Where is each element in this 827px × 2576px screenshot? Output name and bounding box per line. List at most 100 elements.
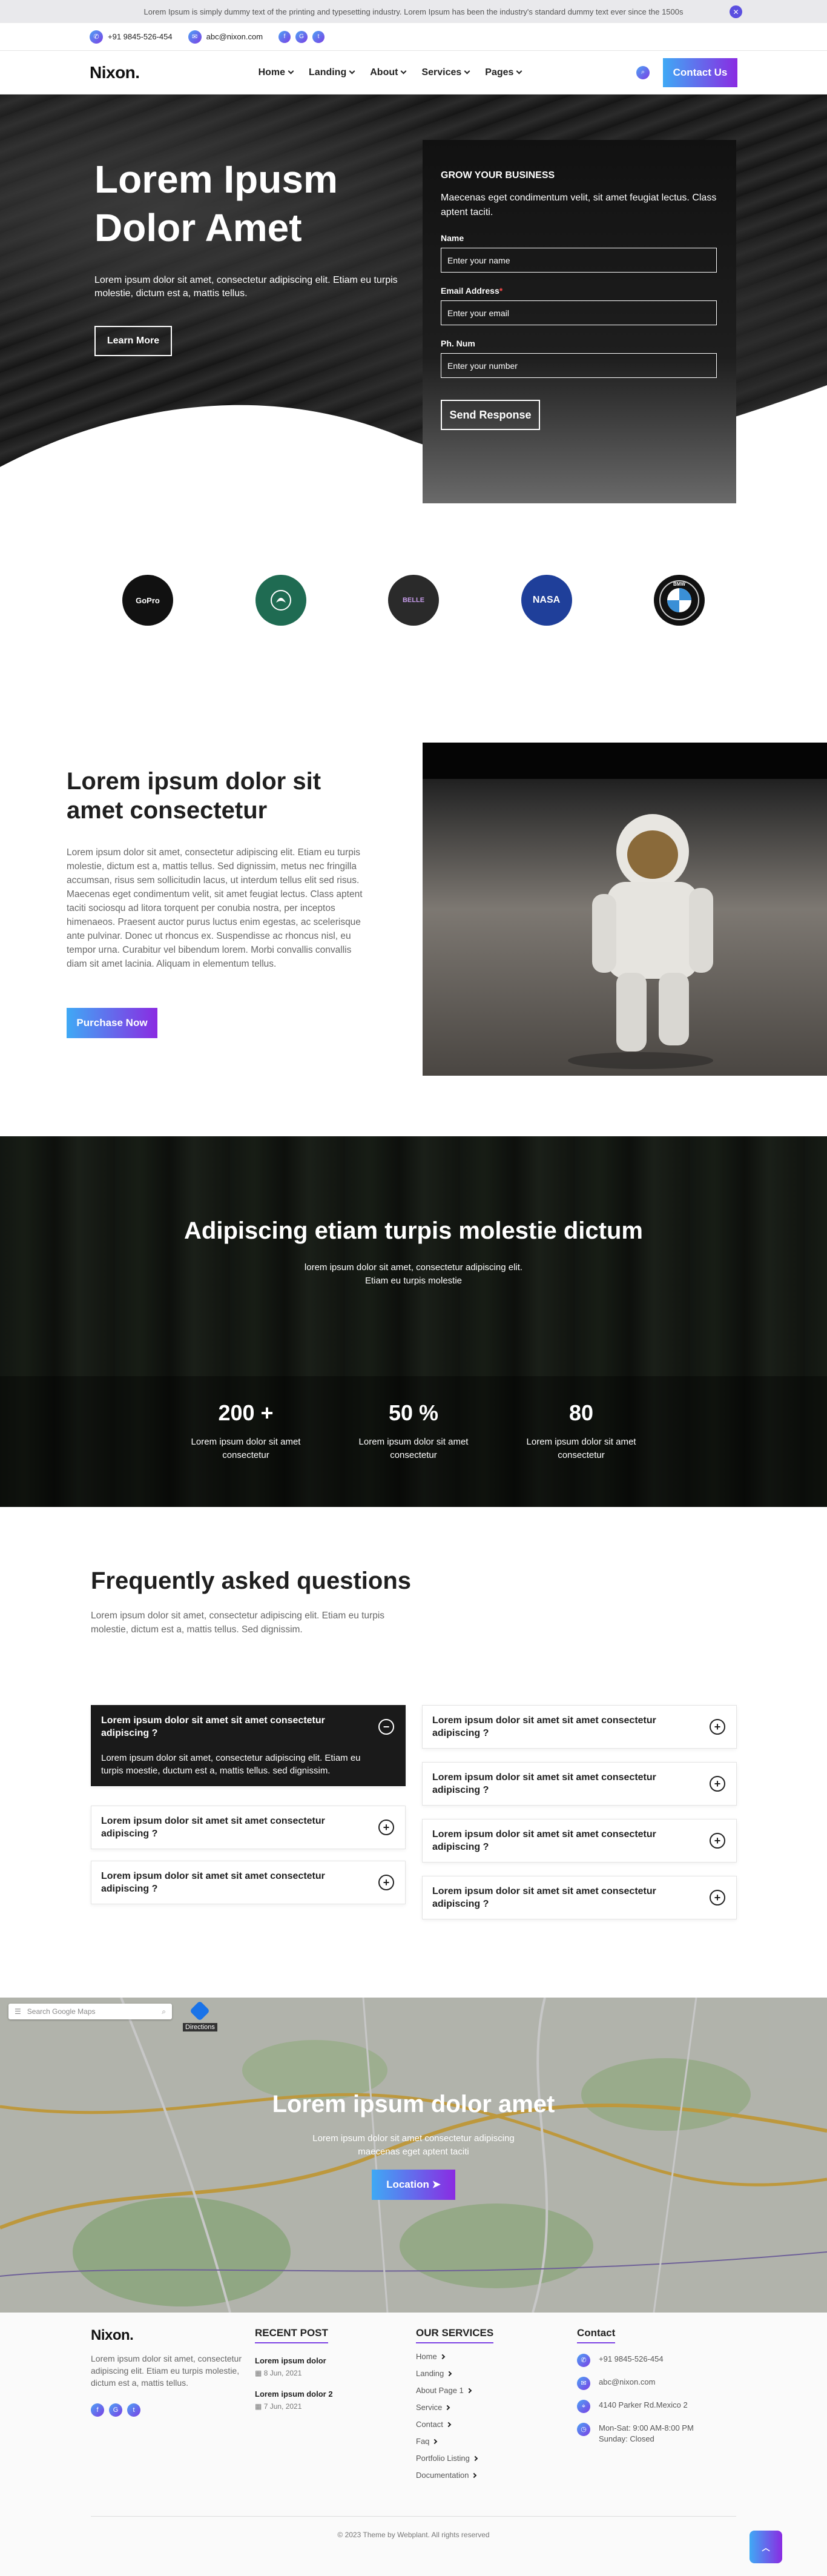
- faq-intro: Lorem ipsum dolor sit amet, consectetur …: [91, 1611, 385, 1635]
- faq-item[interactable]: Lorem ipsum dolor sit amet sit amet cons…: [91, 1861, 406, 1904]
- facebook-icon[interactable]: f: [278, 30, 291, 43]
- footer-logo[interactable]: Nixon.: [91, 2327, 248, 2344]
- chevron-up-icon: ︿: [762, 2543, 770, 2552]
- map-title: Lorem ipsum dolor amet: [272, 2091, 555, 2117]
- footer-link[interactable]: About Page 1: [416, 2386, 549, 2395]
- faq-item[interactable]: Lorem ipsum dolor sit amet sit amet cons…: [422, 1819, 737, 1862]
- map-search-input[interactable]: Search Google Maps: [27, 2007, 156, 2016]
- brand-logo-leaf[interactable]: [255, 575, 306, 626]
- site-logo[interactable]: Nixon.: [90, 63, 140, 82]
- stats-subtitle: lorem ipsum dolor sit amet, consectetur …: [304, 1262, 523, 1286]
- name-field[interactable]: [441, 248, 717, 273]
- faq-item[interactable]: Lorem ipsum dolor sit amet sit amet cons…: [422, 1762, 737, 1806]
- footer-link[interactable]: Service: [416, 2403, 549, 2412]
- chevron-right-icon: [472, 2472, 477, 2478]
- minus-icon[interactable]: −: [378, 1719, 394, 1735]
- faq-item[interactable]: Lorem ipsum dolor sit amet sit amet cons…: [422, 1876, 737, 1919]
- services-heading: OUR SERVICES: [416, 2327, 549, 2344]
- twitter-icon[interactable]: t: [127, 2403, 140, 2417]
- brand-name: GoPro: [136, 595, 160, 605]
- nav-item-pages[interactable]: Pages: [485, 67, 522, 78]
- footer-phone[interactable]: +91 9845-526-454: [599, 2354, 664, 2365]
- back-to-top-button[interactable]: ︿: [750, 2531, 782, 2563]
- map-section: ☰ Search Google Maps ⌕ Directions Lorem …: [0, 1998, 827, 2313]
- send-response-button[interactable]: Send Response: [441, 400, 540, 430]
- nav-item-about[interactable]: About: [370, 67, 407, 78]
- close-icon[interactable]: ✕: [730, 5, 742, 18]
- learn-more-button[interactable]: Learn More: [94, 326, 172, 356]
- brand-logo-bmw[interactable]: BMW: [654, 575, 705, 626]
- menu-icon[interactable]: ☰: [15, 2007, 21, 2016]
- search-icon[interactable]: ⌕: [636, 65, 650, 79]
- contact-email[interactable]: abc@nixon.com: [206, 32, 263, 41]
- contact-us-button[interactable]: Contact Us: [663, 58, 737, 87]
- plus-icon[interactable]: +: [378, 1819, 394, 1835]
- google-icon[interactable]: G: [295, 30, 308, 43]
- google-icon[interactable]: G: [109, 2403, 122, 2417]
- plus-icon[interactable]: +: [710, 1890, 725, 1906]
- faq-item[interactable]: Lorem ipsum dolor sit amet sit amet cons…: [422, 1705, 737, 1749]
- footer-link[interactable]: Portfolio Listing: [416, 2454, 549, 2463]
- post-title: Lorem ipsum dolor 2: [255, 2389, 333, 2399]
- recent-post[interactable]: Lorem ipsum dolor ▦ 8 Jun, 2021: [255, 2356, 388, 2377]
- phone-icon: ✆: [90, 30, 103, 44]
- email-field[interactable]: [441, 300, 717, 325]
- brand-name: BMW: [673, 581, 685, 587]
- stat-label: Lorem ipsum dolor sit amet consectetur: [526, 1437, 636, 1460]
- brand-logo-nasa[interactable]: NASA: [521, 575, 572, 626]
- footer-link-label: Portfolio Listing: [416, 2454, 470, 2463]
- faq-item-open[interactable]: Lorem ipsum dolor sit amet sit amet cons…: [91, 1705, 406, 1786]
- nav-item-home[interactable]: Home: [259, 67, 294, 78]
- directions-label: Directions: [183, 2023, 217, 2031]
- brand-logo-belle[interactable]: BELLE: [388, 575, 439, 626]
- directions-icon: [189, 2001, 211, 2021]
- plus-icon[interactable]: +: [710, 1833, 725, 1849]
- chevron-right-icon: [445, 2405, 450, 2410]
- contact-phone[interactable]: +91 9845-526-454: [108, 32, 173, 41]
- email-icon: ✉: [577, 2377, 590, 2390]
- nav-item-services[interactable]: Services: [421, 67, 470, 78]
- chevron-down-icon: [464, 68, 470, 74]
- footer-link[interactable]: Faq: [416, 2437, 549, 2446]
- faq-question: Lorem ipsum dolor sit amet sit amet cons…: [432, 1829, 656, 1852]
- clock-icon: ◷: [577, 2423, 590, 2436]
- chevron-down-icon: [288, 68, 294, 74]
- faq-answer: Lorem ipsum dolor sit amet, consectetur …: [101, 1753, 361, 1776]
- recent-post[interactable]: Lorem ipsum dolor 2 ▦ 7 Jun, 2021: [255, 2389, 388, 2411]
- form-heading: GROW YOUR BUSINESS: [441, 170, 555, 180]
- footer-link[interactable]: Home: [416, 2352, 549, 2361]
- brand-name: NASA: [532, 595, 561, 605]
- twitter-icon[interactable]: t: [312, 30, 325, 43]
- faq-question: Lorem ipsum dolor sit amet sit amet cons…: [101, 1816, 325, 1839]
- footer-link[interactable]: Documentation: [416, 2471, 549, 2480]
- notice-text: Lorem Ipsum is simply dummy text of the …: [143, 7, 684, 16]
- facebook-icon[interactable]: f: [91, 2403, 104, 2417]
- map-search-box[interactable]: ☰ Search Google Maps ⌕: [8, 2004, 172, 2019]
- footer-email[interactable]: abc@nixon.com: [599, 2377, 655, 2388]
- location-button[interactable]: Location ➤: [372, 2170, 455, 2200]
- phone-field[interactable]: [441, 353, 717, 378]
- contact-heading: Contact: [577, 2327, 722, 2344]
- footer-link-label: Faq: [416, 2437, 430, 2446]
- map-directions[interactable]: Directions: [183, 2001, 217, 2031]
- recent-post-heading: RECENT POST: [255, 2327, 388, 2344]
- chevron-down-icon: [516, 68, 522, 74]
- stats-section: Adipiscing etiam turpis molestie dictum …: [0, 1136, 827, 1507]
- plus-icon[interactable]: +: [710, 1776, 725, 1792]
- plus-icon[interactable]: +: [378, 1875, 394, 1890]
- form-text: Maecenas eget condimentum velit, sit ame…: [441, 193, 717, 217]
- stat-item: 50 % Lorem ipsum dolor sit amet consecte…: [347, 1400, 480, 1462]
- faq-title: Frequently asked questions: [91, 1568, 412, 1594]
- purchase-now-button[interactable]: Purchase Now: [67, 1008, 157, 1038]
- faq-question: Lorem ipsum dolor sit amet sit amet cons…: [432, 1715, 656, 1738]
- search-icon[interactable]: ⌕: [162, 2007, 166, 2016]
- footer-link[interactable]: Landing: [416, 2369, 549, 2378]
- footer-link[interactable]: Contact: [416, 2420, 549, 2429]
- nav-item-landing[interactable]: Landing: [309, 67, 355, 78]
- chevron-right-icon: [432, 2439, 438, 2444]
- hero-section: Lorem Ipusm Dolor Amet Lorem ipsum dolor…: [0, 94, 827, 506]
- brand-logo-gopro[interactable]: GoPro: [122, 575, 173, 626]
- chevron-right-icon: [440, 2354, 445, 2359]
- plus-icon[interactable]: +: [710, 1719, 725, 1735]
- faq-item[interactable]: Lorem ipsum dolor sit amet sit amet cons…: [91, 1806, 406, 1849]
